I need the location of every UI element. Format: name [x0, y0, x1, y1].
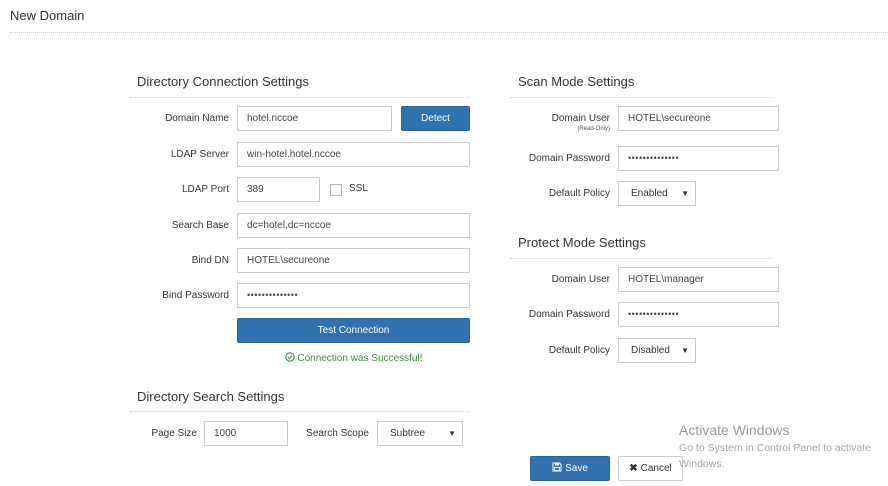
activate-windows-line2: Windows. [679, 458, 725, 470]
scan-domain-user-label: Domain User [551, 113, 610, 124]
bind-password-input[interactable]: •••••••••••••• [237, 283, 470, 308]
activate-windows-line1: Go to System in Control Panel to activat… [679, 442, 872, 454]
bind-dn-input[interactable]: HOTEL\secureone [237, 248, 470, 273]
ssl-checkbox[interactable] [330, 184, 342, 196]
domain-name-input[interactable]: hotel.nccoe [237, 106, 392, 131]
connection-status-text: Connection was Successful! [297, 353, 423, 364]
test-connection-button[interactable]: Test Connection [237, 318, 470, 343]
cancel-label: Cancel [640, 463, 672, 474]
read-only-label: (Read-Only) [577, 126, 610, 132]
save-button[interactable]: Save [530, 456, 610, 481]
search-scope-value: Subtree [390, 428, 426, 439]
connection-status: Connection was Successful! [237, 352, 470, 364]
save-label: Save [565, 463, 588, 474]
bind-dn-label: Bind DN [191, 255, 229, 266]
search-base-label: Search Base [171, 220, 229, 231]
caret-down-icon: ▼ [681, 189, 689, 198]
ldap-port-input[interactable]: 389 [237, 177, 320, 202]
times-icon: ✖ [629, 463, 638, 474]
check-circle-icon [284, 352, 295, 362]
scan-domain-password-label: Domain Password [528, 153, 610, 164]
caret-down-icon: ▼ [448, 429, 456, 438]
ldap-server-label: LDAP Server [170, 149, 229, 160]
search-scope-label: Search Scope [306, 428, 369, 439]
ssl-label: SSL [349, 183, 368, 194]
protect-domain-password-label: Domain Password [528, 309, 610, 320]
protect-domain-password-input[interactable]: •••••••••••••• [618, 302, 779, 327]
directory-search-divider [130, 411, 470, 412]
search-scope-select[interactable]: Subtree ▼ [377, 421, 463, 446]
protect-default-policy-value: Disabled [631, 345, 670, 356]
protect-mode-divider [510, 258, 772, 259]
page-size-input[interactable]: 1000 [204, 421, 288, 446]
activate-windows-title: Activate Windows [679, 422, 790, 438]
directory-connection-divider [130, 97, 470, 98]
protect-default-policy-label: Default Policy [548, 345, 610, 356]
caret-down-icon: ▼ [681, 346, 689, 355]
page-title: New Domain [10, 8, 85, 23]
protect-default-policy-select[interactable]: Disabled ▼ [618, 338, 696, 363]
title-divider [10, 32, 888, 33]
scan-mode-title: Scan Mode Settings [518, 74, 635, 89]
scan-default-policy-label: Default Policy [548, 188, 610, 199]
page-size-label: Page Size [151, 428, 197, 439]
ldap-server-input[interactable]: win-hotel.hotel.nccoe [237, 142, 470, 167]
domain-name-label: Domain Name [165, 113, 229, 124]
scan-domain-password-input[interactable]: •••••••••••••• [618, 146, 779, 171]
protect-domain-user-label: Domain User [551, 274, 610, 285]
directory-connection-title: Directory Connection Settings [137, 74, 309, 89]
ldap-port-label: LDAP Port [181, 184, 229, 195]
directory-search-title: Directory Search Settings [137, 389, 285, 404]
protect-mode-title: Protect Mode Settings [518, 235, 646, 250]
search-base-input[interactable]: dc=hotel,dc=nccoe [237, 213, 470, 238]
scan-domain-user-input[interactable]: HOTEL\secureone [618, 106, 779, 131]
bind-password-label: Bind Password [162, 290, 229, 301]
floppy-disk-icon [552, 462, 562, 472]
scan-default-policy-select[interactable]: Enabled ▼ [618, 181, 696, 206]
protect-domain-user-input[interactable]: HOTEL\manager [618, 267, 779, 292]
detect-button[interactable]: Detect [401, 106, 470, 131]
cancel-button[interactable]: ✖ Cancel [618, 456, 683, 481]
scan-mode-divider [510, 97, 772, 98]
scan-default-policy-value: Enabled [631, 188, 668, 199]
